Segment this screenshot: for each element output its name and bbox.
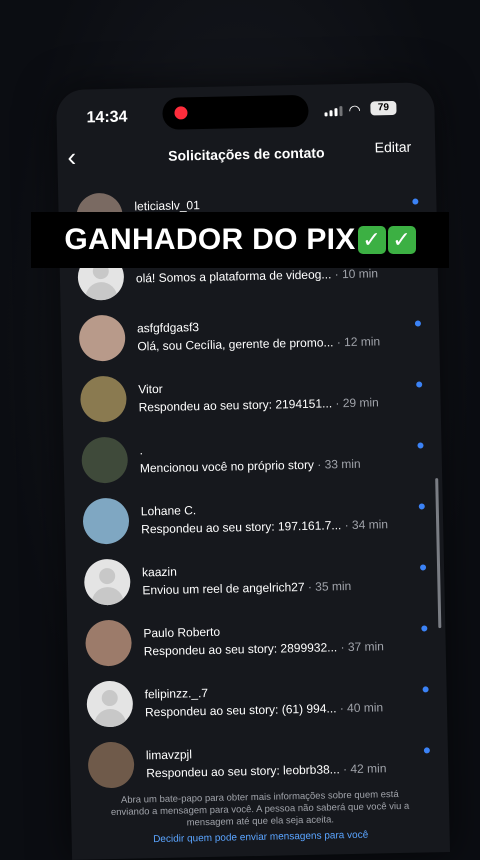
request-text: Paulo RobertoRespondeu ao seu story: 289… (143, 620, 406, 657)
avatar[interactable] (79, 314, 126, 361)
username: felipinzz._.7 (144, 681, 406, 700)
avatar[interactable] (81, 436, 128, 483)
preview-time: · 12 min (333, 334, 380, 349)
preview-time: · 33 min (314, 457, 361, 472)
avatar[interactable] (85, 619, 132, 666)
preview-time: · 10 min (331, 266, 378, 281)
wifi-icon: ◠ (348, 102, 361, 119)
message-preview: Olá, sou Cecília, gerente de promo... · … (137, 333, 399, 352)
message-preview: Respondeu ao seu story: 2899932... · 37 … (144, 638, 406, 657)
request-row[interactable]: asfgfdgasf3Olá, sou Cecília, gerente de … (61, 300, 440, 369)
request-row[interactable]: Paulo RobertoRespondeu ao seu story: 289… (67, 605, 446, 674)
unread-dot-icon (417, 442, 423, 448)
phone-screen: 14:34 ◠ 79 ‹ Solicitações de contato Edi… (56, 82, 450, 860)
preview-message: Olá, sou Cecília, gerente de promo... (137, 335, 333, 353)
avatar[interactable] (88, 741, 135, 788)
preview-time: · 34 min (341, 517, 388, 532)
message-preview: Respondeu ao seu story: (61) 994... · 40… (145, 699, 407, 718)
preview-message: Respondeu ao seu story: 2194151... (138, 396, 332, 414)
request-text: VitorRespondeu ao seu story: 2194151... … (138, 376, 401, 413)
unread-dot-icon (412, 198, 418, 204)
message-preview: Respondeu ao seu story: 197.161.7... · 3… (141, 516, 403, 535)
check-mark-icon: ✓ (388, 226, 416, 254)
request-text: asfgfdgasf3Olá, sou Cecília, gerente de … (137, 315, 400, 352)
caption-text: GANHADOR DO PIX (64, 223, 355, 257)
preview-time: · 29 min (332, 395, 379, 410)
request-text: kaazinEnviou um reel de angelrich27 · 35… (142, 559, 405, 596)
preview-time: · 35 min (304, 578, 351, 593)
preview-message: Enviou um reel de angelrich27 (142, 579, 304, 596)
username: limavzpjl (146, 742, 408, 761)
manage-requests-link[interactable]: Decidir quem pode enviar mensagens para … (102, 829, 420, 848)
unread-dot-icon (424, 747, 430, 753)
preview-time: · 42 min (340, 761, 387, 776)
preview-message: Respondeu ao seu story: (61) 994... (145, 701, 337, 719)
unread-dot-icon (423, 686, 429, 692)
username: kaazin (142, 559, 404, 578)
unread-dot-icon (416, 381, 422, 387)
unread-dot-icon (421, 625, 427, 631)
preview-time: · 40 min (336, 700, 383, 715)
request-row[interactable]: limavzpjlRespondeu ao seu story: leobrb3… (69, 727, 448, 796)
request-text: .Mencionou você no próprio story · 33 mi… (139, 437, 402, 475)
preview-message: Mencionou você no próprio story (140, 458, 314, 476)
request-row[interactable]: kaazinEnviou um reel de angelrich27 · 35… (66, 544, 445, 613)
message-preview: Mencionou você no próprio story · 33 min (140, 456, 402, 475)
default-avatar-icon[interactable] (84, 558, 131, 605)
request-text: Lohane C.Respondeu ao seu story: 197.161… (141, 498, 404, 535)
preview-message: Respondeu ao seu story: leobrb38... (146, 762, 340, 780)
request-row[interactable]: felipinzz._.7Respondeu ao seu story: (61… (68, 666, 447, 735)
default-avatar-icon[interactable] (86, 680, 133, 727)
message-preview: Respondeu ao seu story: leobrb38... · 42… (146, 760, 408, 779)
battery-icon: 79 (370, 101, 396, 116)
header: ‹ Solicitações de contato Editar (57, 134, 436, 178)
request-text: limavzpjlRespondeu ao seu story: leobrb3… (146, 742, 409, 779)
preview-message: Respondeu ao seu story: 2899932... (144, 640, 338, 658)
username: . (139, 437, 401, 457)
preview-message: Respondeu ao seu story: 197.161.7... (141, 518, 341, 536)
username: Vitor (138, 376, 400, 395)
avatar[interactable] (83, 497, 130, 544)
message-preview: Respondeu ao seu story: 2194151... · 29 … (138, 394, 400, 413)
check-mark-icon: ✓ (358, 226, 386, 254)
unread-dot-icon (415, 320, 421, 326)
dynamic-island (162, 95, 309, 130)
unread-dot-icon (420, 564, 426, 570)
request-row[interactable]: VitorRespondeu ao seu story: 2194151... … (62, 361, 441, 430)
username: leticiaslv_01 (134, 193, 396, 212)
username: Lohane C. (141, 498, 403, 517)
username: Paulo Roberto (143, 620, 405, 639)
message-preview: olá! Somos a plataforma de videog... · 1… (136, 265, 398, 284)
message-preview: Enviou um reel de angelrich27 · 35 min (142, 577, 404, 596)
username: asfgfdgasf3 (137, 315, 399, 334)
status-time: 14:34 (86, 109, 127, 128)
request-text: felipinzz._.7Respondeu ao seu story: (61… (144, 681, 407, 718)
message-request-list: leticiaslv_01Respondeu ao seu story: Dá … (58, 178, 449, 796)
footer-text: Abra um bate-papo para obter mais inform… (111, 789, 410, 828)
request-row[interactable]: Lohane C.Respondeu ao seu story: 197.161… (64, 483, 443, 552)
edit-button[interactable]: Editar (375, 139, 412, 156)
unread-dot-icon (419, 503, 425, 509)
footer-info: Abra um bate-papo para obter mais inform… (101, 789, 420, 848)
request-row[interactable]: .Mencionou você no próprio story · 33 mi… (63, 422, 442, 491)
preview-message: olá! Somos a plataforma de videog... (136, 267, 332, 285)
recording-indicator-icon (174, 106, 187, 119)
cellular-signal-icon (324, 106, 342, 116)
caption-overlay: GANHADOR DO PIX ✓ ✓ (31, 212, 449, 268)
avatar[interactable] (80, 375, 127, 422)
preview-time: · 37 min (337, 639, 384, 654)
